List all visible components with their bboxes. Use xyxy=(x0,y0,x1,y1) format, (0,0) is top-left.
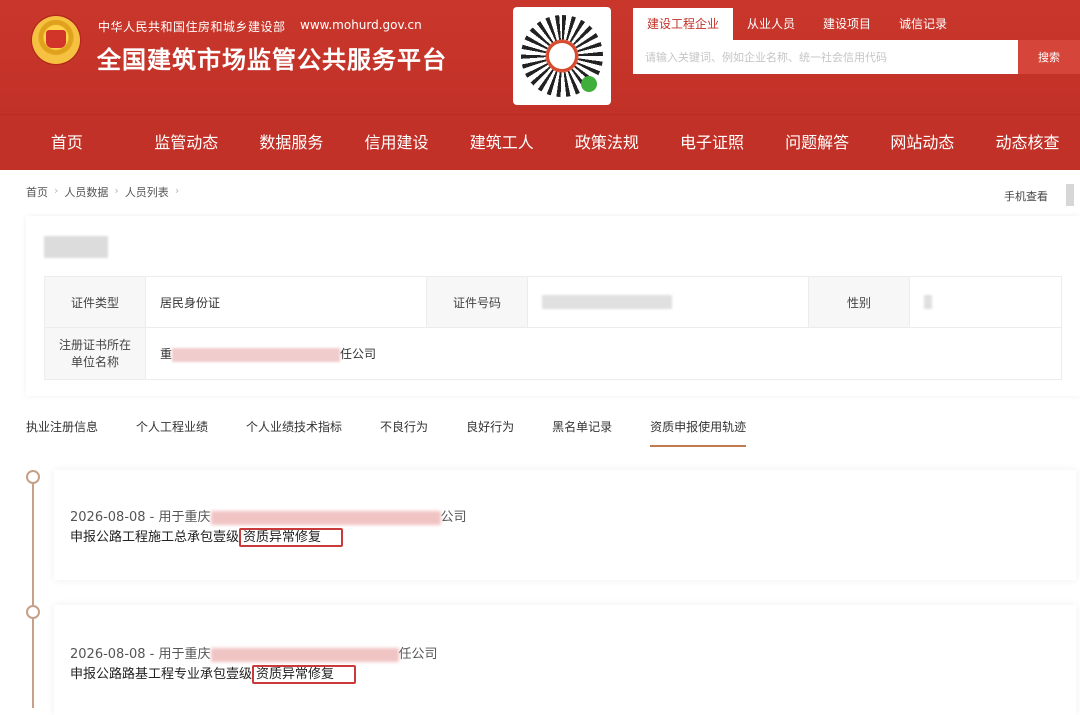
nav-credit[interactable]: 信用建设 xyxy=(344,115,449,170)
id-type-value: 居民身份证 xyxy=(145,276,427,328)
tab-blacklist[interactable]: 黑名单记录 xyxy=(552,418,612,447)
gender-redacted xyxy=(924,295,932,310)
ministry-name: 中华人民共和国住房和城乡建设部 xyxy=(98,20,286,34)
wechat-badge-icon xyxy=(581,76,597,92)
search-tab-credit[interactable]: 诚信记录 xyxy=(885,8,961,40)
nav-supervision-news[interactable]: 监管动态 xyxy=(134,115,239,170)
entry-date-prefix: 2026-08-08 - 用于重庆 xyxy=(70,510,211,525)
site-url[interactable]: www.mohurd.gov.cn xyxy=(300,18,422,32)
entry-status-tag: 资质异常修复 xyxy=(239,528,344,547)
timeline-dot-icon xyxy=(26,470,40,484)
tab-qualification-usage-trace[interactable]: 资质申报使用轨迹 xyxy=(650,418,747,447)
person-info-table: 证件类型 居民身份证 证件号码 性别 注册证书所在单位名称 重 任公司 xyxy=(44,276,1062,380)
platform-title: 全国建筑市场监管公共服务平台 xyxy=(97,46,447,74)
main-nav: 首页 监管动态 数据服务 信用建设 建筑工人 政策法规 电子证照 问题解答 网站… xyxy=(0,114,1080,170)
tab-personal-projects[interactable]: 个人工程业绩 xyxy=(136,418,208,447)
search-tab-enterprise[interactable]: 建设工程企业 xyxy=(633,8,734,40)
tab-bad-behavior[interactable]: 不良行为 xyxy=(380,418,428,447)
person-name-redacted xyxy=(44,236,108,258)
gender-value xyxy=(909,276,1062,328)
timeline-entry: 2026-08-08 - 用于重庆 任公司 申报公路路基工程专业承包壹级 资质异常修… xyxy=(54,605,1076,715)
breadcrumb-personnel-data[interactable]: 人员数据 xyxy=(64,184,108,200)
entry-company-suffix: 任公司 xyxy=(398,647,438,662)
entry-company-suffix: 公司 xyxy=(440,510,467,525)
company-value: 重 任公司 xyxy=(145,327,1062,380)
entry-company-redacted xyxy=(210,510,441,525)
entry-date-line: 2026-08-08 - 用于重庆 任公司 xyxy=(70,643,438,662)
breadcrumb-home[interactable]: 首页 xyxy=(26,184,48,200)
search-tab-project[interactable]: 建设项目 xyxy=(809,8,885,40)
detail-tabs: 执业注册信息 个人工程业绩 个人业绩技术指标 不良行为 良好行为 黑名单记录 资… xyxy=(26,418,784,447)
gender-label: 性别 xyxy=(808,276,910,328)
tab-good-behavior[interactable]: 良好行为 xyxy=(466,418,514,447)
company-suffix: 任公司 xyxy=(340,347,377,361)
breadcrumb-separator-icon: › xyxy=(114,184,119,197)
search-tab-personnel[interactable]: 从业人员 xyxy=(733,8,809,40)
breadcrumb: 首页 › 人员数据 › 人员列表 › xyxy=(26,184,179,200)
nav-dynamic-check[interactable]: 动态核查 xyxy=(975,115,1080,170)
company-label: 注册证书所在单位名称 xyxy=(44,327,146,380)
nav-data-service[interactable]: 数据服务 xyxy=(239,115,344,170)
national-emblem-icon xyxy=(30,14,82,66)
mobile-qr-toggle[interactable] xyxy=(1066,184,1074,206)
qr-code xyxy=(513,7,611,105)
search-input[interactable] xyxy=(633,40,1018,74)
id-number-label: 证件号码 xyxy=(426,276,528,328)
timeline-dot-icon xyxy=(26,605,40,619)
company-redacted xyxy=(172,347,341,362)
nav-faq[interactable]: 问题解答 xyxy=(765,115,870,170)
nav-workers[interactable]: 建筑工人 xyxy=(449,115,554,170)
nav-home[interactable]: 首页 xyxy=(0,115,134,170)
nav-site-news[interactable]: 网站动态 xyxy=(870,115,975,170)
entry-desc-text: 申报公路工程施工总承包壹级 xyxy=(70,530,240,545)
nav-policy[interactable]: 政策法规 xyxy=(554,115,659,170)
mobile-view-link[interactable]: 手机查看 xyxy=(1004,188,1048,204)
tab-practice-registration[interactable]: 执业注册信息 xyxy=(26,418,98,447)
id-type-label: 证件类型 xyxy=(44,276,146,328)
company-prefix: 重 xyxy=(160,347,173,361)
id-number-value xyxy=(527,276,809,328)
search-button[interactable]: 搜索 xyxy=(1018,40,1080,74)
tab-performance-indicators[interactable]: 个人业绩技术指标 xyxy=(246,418,342,447)
entry-description: 申报公路路基工程专业承包壹级 资质异常修复 xyxy=(70,663,357,684)
timeline-entry: 2026-08-08 - 用于重庆 公司 申报公路工程施工总承包壹级 资质异常修复 xyxy=(54,470,1076,580)
entry-desc-text: 申报公路路基工程专业承包壹级 xyxy=(70,667,253,682)
entry-date-line: 2026-08-08 - 用于重庆 公司 xyxy=(70,506,467,525)
search-tabs: 建设工程企业 从业人员 建设项目 诚信记录 xyxy=(633,8,961,40)
entry-company-redacted xyxy=(210,647,399,662)
id-number-redacted xyxy=(542,295,672,310)
nav-e-cert[interactable]: 电子证照 xyxy=(659,115,764,170)
entry-description: 申报公路工程施工总承包壹级 资质异常修复 xyxy=(70,526,344,547)
entry-status-tag: 资质异常修复 xyxy=(252,665,357,684)
breadcrumb-personnel-list[interactable]: 人员列表 xyxy=(125,184,169,200)
breadcrumb-separator-icon: › xyxy=(54,184,59,197)
site-header: 中华人民共和国住房和城乡建设部 www.mohurd.gov.cn 全国建筑市场… xyxy=(0,0,1080,114)
entry-date-prefix: 2026-08-08 - 用于重庆 xyxy=(70,647,211,662)
timeline-line xyxy=(32,478,34,708)
breadcrumb-separator-icon: › xyxy=(174,184,180,197)
